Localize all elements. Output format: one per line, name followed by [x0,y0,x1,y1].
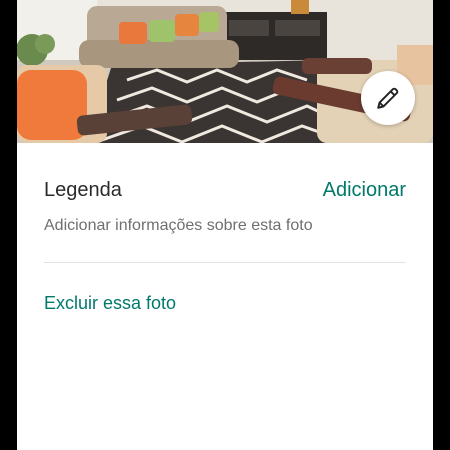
pencil-icon [377,87,399,109]
caption-row: Legenda Adicionar [44,179,406,202]
add-caption-button[interactable]: Adicionar [323,179,406,202]
living-room-photo [17,0,433,143]
caption-hint: Adicionar informações sobre esta foto [44,217,313,234]
caption-label: Legenda [44,179,122,201]
photo-details-screen: Legenda Adicionar Adicionar informações … [17,0,433,450]
delete-photo-button[interactable]: Excluir essa foto [44,293,176,314]
photo-preview[interactable] [17,0,433,143]
edit-photo-button[interactable] [361,71,415,125]
divider [44,262,406,263]
